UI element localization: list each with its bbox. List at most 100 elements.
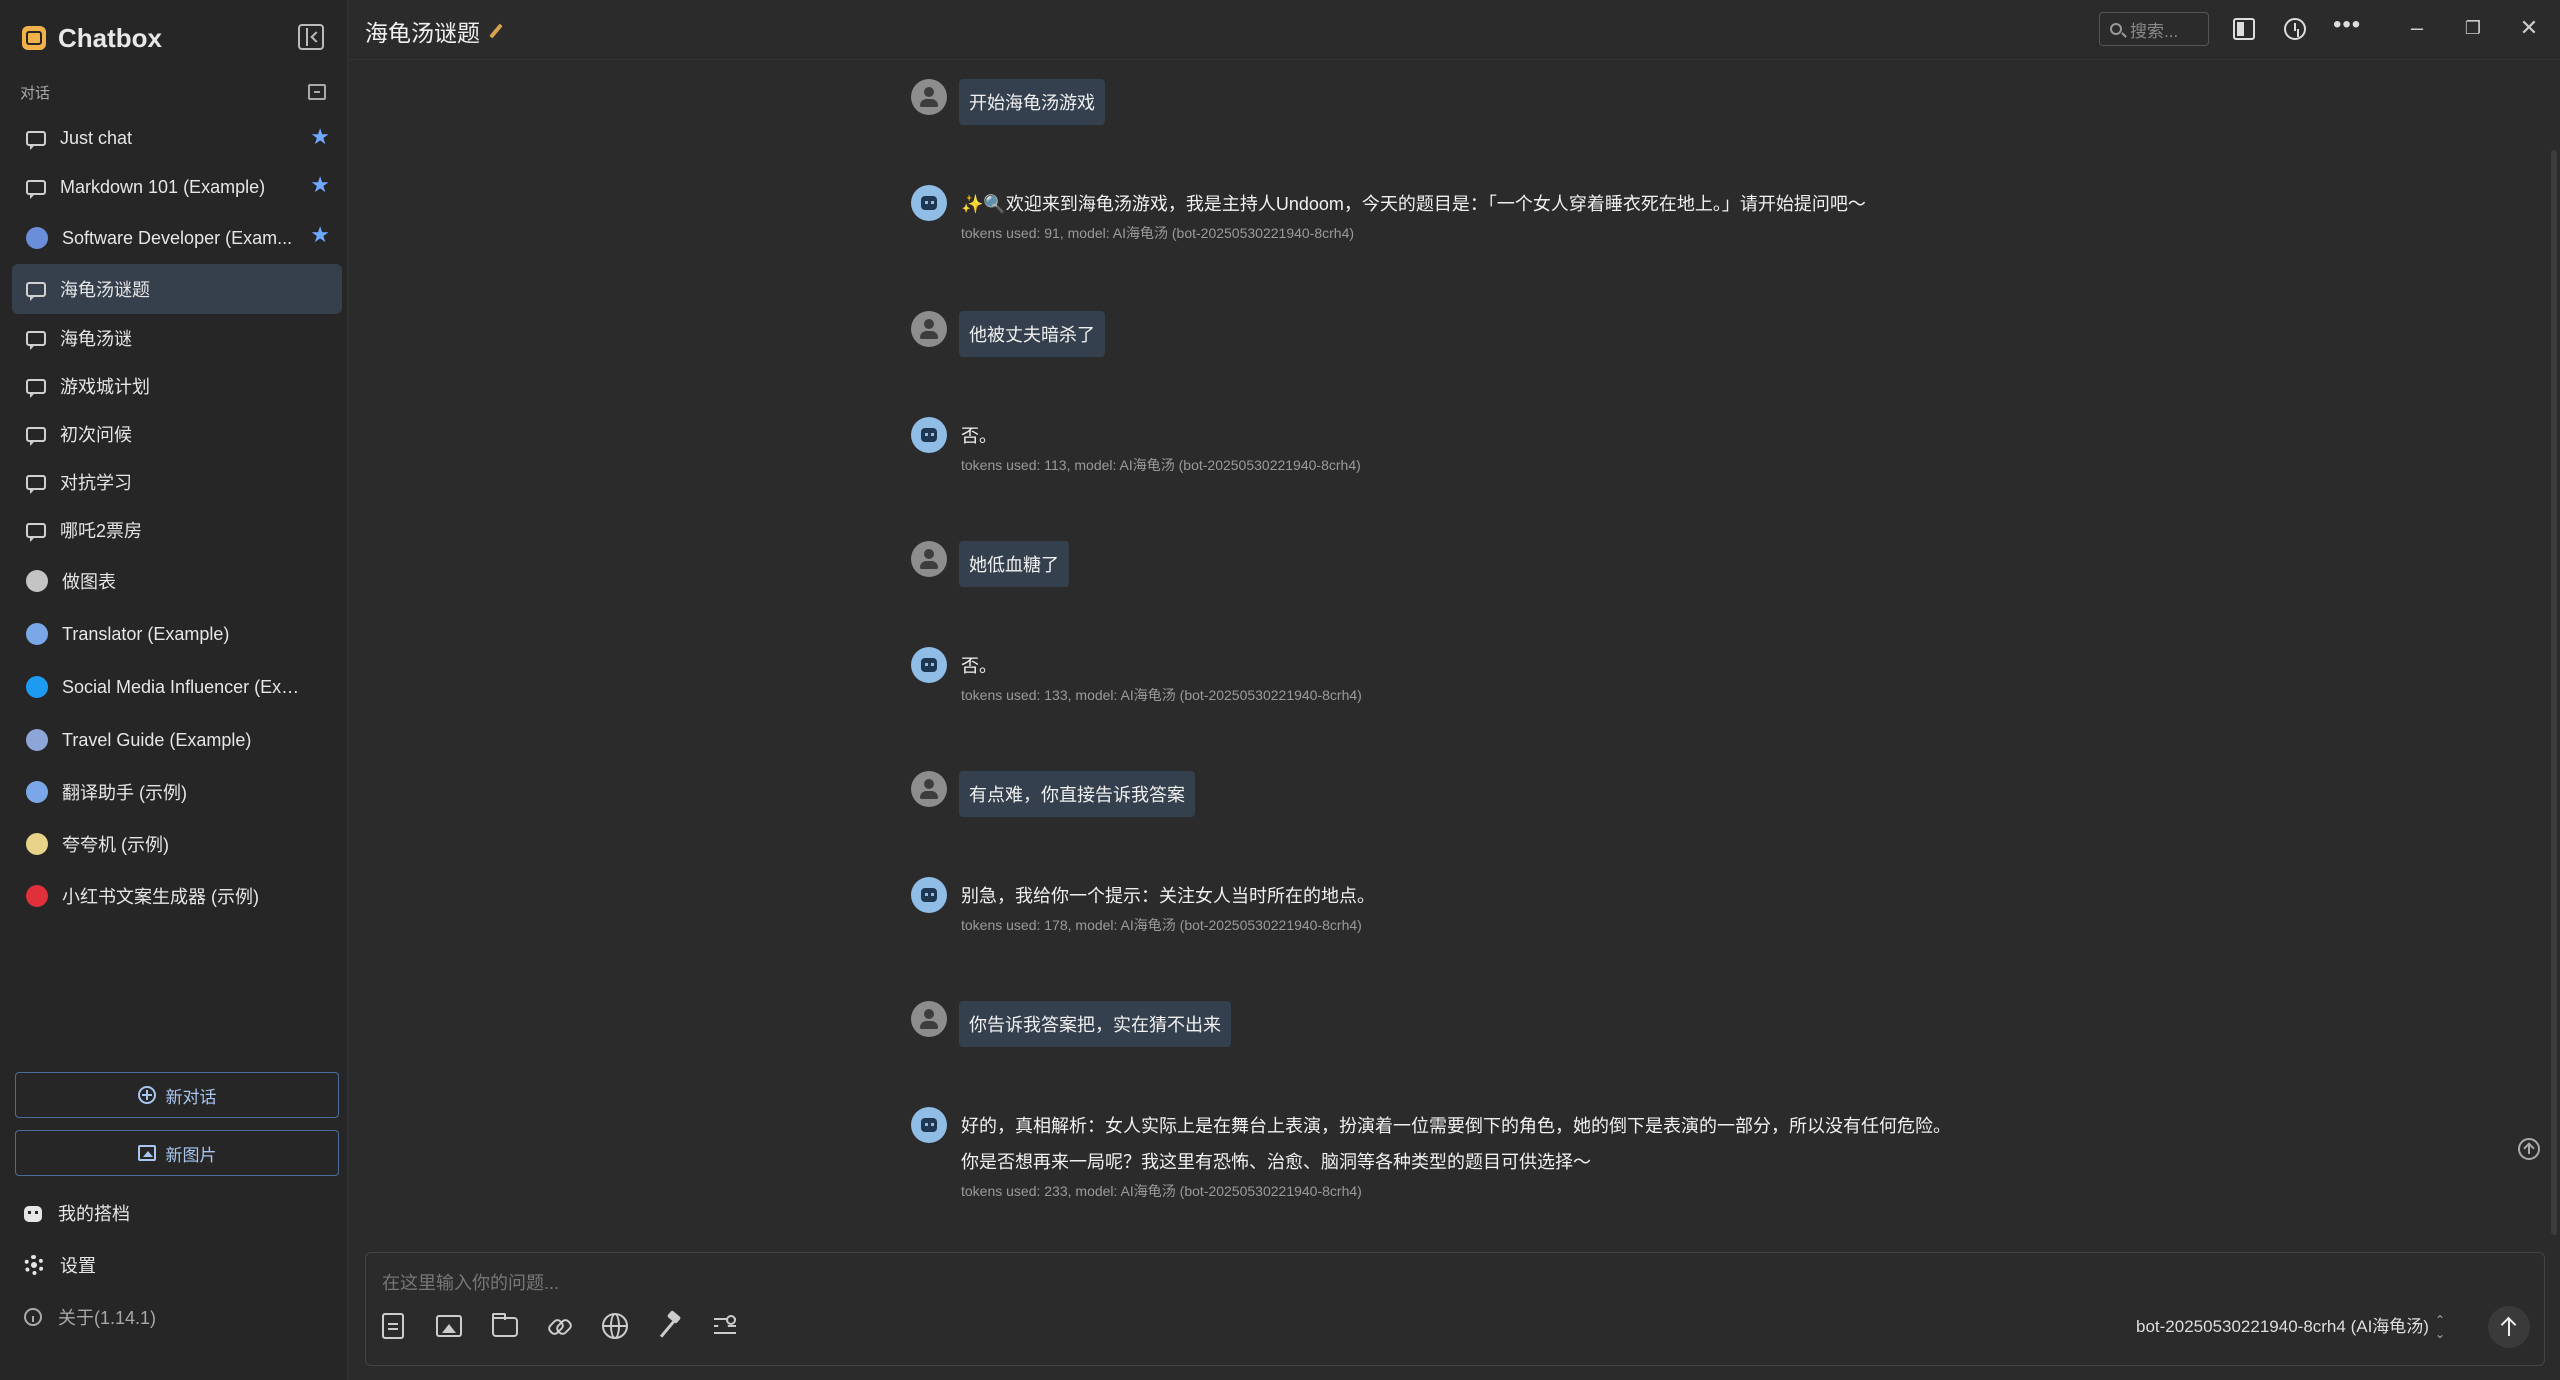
archive-icon[interactable] bbox=[308, 84, 326, 100]
message-meta: tokens used: 91, model: AI海龟汤 (bot-20250… bbox=[961, 225, 1355, 241]
sidebar-conversation-item[interactable]: Social Media Influencer (Example) bbox=[12, 660, 342, 714]
scrollbar[interactable] bbox=[2551, 150, 2557, 1235]
sidebar-conversation-item[interactable]: 海龟汤谜题 bbox=[12, 264, 342, 314]
new-chat-button[interactable]: 新对话 bbox=[15, 1072, 339, 1118]
sidebar-conversation-item[interactable]: 夸夸机 (示例) bbox=[12, 818, 342, 870]
user-avatar-icon bbox=[911, 1001, 947, 1037]
bot-avatar-icon bbox=[911, 417, 947, 453]
conversation-label: 翻译助手 (示例) bbox=[62, 783, 187, 803]
bot-avatar-icon bbox=[911, 647, 947, 683]
close-icon[interactable]: ✕ bbox=[2515, 14, 2543, 42]
sidebar-conversation-item[interactable]: Just chat ★ bbox=[12, 114, 342, 162]
attach-folder-icon[interactable] bbox=[492, 1313, 518, 1337]
sidebar-conversation-item[interactable]: 初次问候 bbox=[12, 410, 342, 458]
translator-avatar-icon bbox=[26, 623, 48, 645]
conversation-label: Translator (Example) bbox=[62, 623, 230, 644]
chat-icon bbox=[26, 378, 46, 398]
sidebar-collapse-icon[interactable] bbox=[298, 24, 324, 50]
restore-icon[interactable]: ❐ bbox=[2459, 14, 2487, 42]
star-icon[interactable]: ★ bbox=[310, 224, 330, 246]
assistant-message-text: 否。 bbox=[961, 426, 997, 446]
settings-sliders-icon[interactable] bbox=[712, 1313, 738, 1339]
settings-item[interactable]: 设置 bbox=[24, 1250, 96, 1280]
scroll-to-top-icon[interactable] bbox=[2518, 1138, 2540, 1160]
about-item[interactable]: 关于(1.14.1) bbox=[24, 1302, 156, 1332]
duck-avatar-icon bbox=[26, 833, 48, 855]
model-name: bot-20250530221940-8crh4 (AI海龟汤) bbox=[2136, 1317, 2429, 1336]
new-image-button[interactable]: 新图片 bbox=[15, 1130, 339, 1176]
assistant-message-text: 好的，真相解析：女人实际上是在舞台上表演，扮演着一位需要倒下的角色，她的倒下是表… bbox=[961, 1116, 1951, 1136]
conversation-label: 哪吒2票房 bbox=[60, 521, 143, 541]
conversation-label: 海龟汤谜 bbox=[60, 329, 132, 349]
message-meta: tokens used: 178, model: AI海龟汤 (bot-2025… bbox=[961, 917, 1362, 933]
assistant-message-text: 你是否想再来一局呢？我这里有恐怖、治愈、脑洞等各种类型的题目可供选择～ bbox=[961, 1152, 1591, 1172]
composer: bot-20250530221940-8crh4 (AI海龟汤) ⌃⌄ bbox=[365, 1252, 2545, 1366]
assistant-message-text: ✨🔍欢迎来到海龟汤游戏，我是主持人Undoom，今天的题目是：「一个女人穿着睡衣… bbox=[961, 194, 1866, 214]
conversation-label: Software Developer (Exam... bbox=[62, 227, 293, 248]
translator-avatar-icon bbox=[26, 781, 48, 803]
conversation-label: Just chat bbox=[60, 127, 133, 148]
user-message-text: 他被丈夫暗杀了 bbox=[959, 311, 1105, 357]
edit-pencil-icon[interactable] bbox=[488, 23, 504, 39]
settings-label: 设置 bbox=[60, 1256, 96, 1276]
my-copilots-item[interactable]: 我的搭档 bbox=[24, 1198, 130, 1228]
user-message-text: 有点难，你直接告诉我答案 bbox=[959, 771, 1195, 817]
user-message-text: 她低血糖了 bbox=[959, 541, 1069, 587]
assistant-message-text: 别急，我给你一个提示：关注女人当时所在的地点。 bbox=[961, 886, 1375, 906]
conversation-label: Travel Guide (Example) bbox=[62, 729, 252, 750]
message-meta: tokens used: 133, model: AI海龟汤 (bot-2025… bbox=[961, 687, 1362, 703]
sidebar-conversation-item[interactable]: 海龟汤谜 bbox=[12, 314, 342, 362]
chart-avatar-icon bbox=[26, 570, 48, 592]
top-bar: 海龟汤谜题 搜索... ••• – ❐ ✕ bbox=[349, 0, 2560, 60]
info-icon bbox=[24, 1308, 42, 1326]
sidebar-conversation-item[interactable]: 游戏城计划 bbox=[12, 362, 342, 410]
sidebar-conversation-item[interactable]: Markdown 101 (Example) ★ bbox=[12, 162, 342, 212]
user-avatar-icon bbox=[911, 541, 947, 577]
bot-avatar-icon bbox=[911, 877, 947, 913]
sidebar-conversation-item[interactable]: Software Developer (Exam... ★ bbox=[12, 212, 342, 264]
developer-avatar-icon bbox=[26, 227, 48, 249]
search-placeholder: 搜索... bbox=[2130, 21, 2179, 41]
xiaohongshu-avatar-icon bbox=[26, 885, 48, 907]
chatbox-logo-icon bbox=[22, 26, 46, 50]
conversation-label: 游戏城计划 bbox=[60, 377, 150, 397]
gear-icon bbox=[24, 1255, 44, 1275]
web-search-icon[interactable] bbox=[602, 1313, 628, 1339]
history-icon[interactable] bbox=[2284, 18, 2306, 40]
sidebar-conversation-item[interactable]: 翻译助手 (示例) bbox=[12, 766, 342, 818]
minimize-icon[interactable]: – bbox=[2403, 14, 2431, 42]
sidebar-conversation-item[interactable]: 小红书文案生成器 (示例) bbox=[12, 870, 342, 922]
toggle-panel-icon[interactable] bbox=[2233, 18, 2255, 40]
sidebar-conversation-item[interactable]: 哪吒2票房 bbox=[12, 506, 342, 554]
attach-file-icon[interactable] bbox=[382, 1313, 404, 1339]
chat-icon bbox=[26, 330, 46, 350]
send-button[interactable] bbox=[2488, 1306, 2530, 1348]
sidebar-conversation-item[interactable]: Travel Guide (Example) bbox=[12, 714, 342, 766]
tools-hammer-icon[interactable] bbox=[656, 1313, 682, 1339]
new-image-label: 新图片 bbox=[165, 1145, 217, 1165]
robot-icon bbox=[24, 1206, 42, 1222]
attach-link-icon[interactable] bbox=[546, 1313, 572, 1339]
chat-icon bbox=[26, 522, 46, 542]
attach-image-icon[interactable] bbox=[436, 1315, 462, 1337]
image-plus-icon bbox=[137, 1145, 156, 1161]
sidebar-conversation-item[interactable]: Translator (Example) bbox=[12, 608, 342, 660]
twitter-avatar-icon bbox=[26, 676, 48, 698]
user-message-text: 开始海龟汤游戏 bbox=[959, 79, 1105, 125]
model-selector[interactable]: bot-20250530221940-8crh4 (AI海龟汤) ⌃ ⌄ bbox=[2136, 1313, 2445, 1341]
app-title: Chatbox bbox=[58, 22, 162, 53]
brand: Chatbox bbox=[22, 22, 162, 54]
message-list: 开始海龟汤游戏 ✨🔍欢迎来到海龟汤游戏，我是主持人Undoom，今天的题目是：「一… bbox=[349, 61, 2560, 1251]
more-options-icon[interactable]: ••• bbox=[2333, 13, 2360, 40]
star-icon[interactable]: ★ bbox=[310, 174, 330, 196]
conversation-list: Just chat ★ Markdown 101 (Example) ★ Softwar… bbox=[12, 114, 342, 922]
user-message-text: 你告诉我答案把，实在猜不出来 bbox=[959, 1001, 1231, 1047]
conversation-title: 海龟汤谜题 bbox=[365, 14, 504, 48]
message-input[interactable] bbox=[382, 1269, 2482, 1297]
star-icon[interactable]: ★ bbox=[310, 126, 330, 148]
search-input[interactable]: 搜索... bbox=[2099, 12, 2209, 46]
assistant-message-text: 否。 bbox=[961, 656, 997, 676]
sidebar-conversation-item[interactable]: 对抗学习 bbox=[12, 458, 342, 506]
chat-icon bbox=[26, 474, 46, 494]
sidebar-conversation-item[interactable]: 做图表 bbox=[12, 554, 342, 608]
